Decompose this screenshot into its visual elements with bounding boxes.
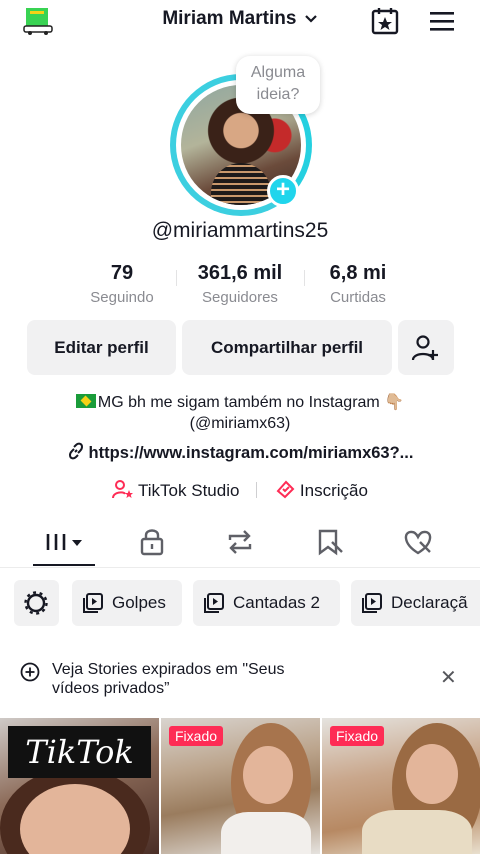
video-thumbnail[interactable]: TikTok bbox=[0, 718, 159, 854]
divider bbox=[304, 270, 305, 286]
tab-saved-icon[interactable] bbox=[310, 528, 350, 556]
playlist-chip[interactable]: Declaraçã bbox=[351, 580, 480, 626]
gear-icon bbox=[24, 591, 48, 615]
calendar-star-icon[interactable] bbox=[370, 7, 400, 35]
add-user-icon bbox=[411, 334, 438, 360]
add-circle-icon bbox=[20, 662, 40, 682]
close-icon[interactable]: ✕ bbox=[440, 665, 457, 690]
link-icon bbox=[68, 442, 83, 460]
tab-liked-icon[interactable] bbox=[398, 528, 438, 556]
pinned-badge: Fixado bbox=[330, 726, 385, 746]
account-switcher[interactable]: Miriam Martins bbox=[0, 8, 480, 30]
tiktok-watermark: TikTok bbox=[8, 726, 151, 778]
edit-profile-button[interactable]: Editar perfil bbox=[27, 320, 176, 375]
video-grid: TikTok Fixado Fixado bbox=[0, 718, 480, 854]
playlist-chip[interactable]: Golpes bbox=[72, 580, 182, 626]
video-thumbnail[interactable]: Fixado bbox=[322, 718, 480, 854]
stat-followers[interactable]: 361,6 mil Seguidores bbox=[180, 262, 300, 306]
tab-videos[interactable] bbox=[44, 528, 84, 556]
subscription-icon bbox=[276, 480, 295, 499]
share-profile-button[interactable]: Compartilhar perfil bbox=[182, 320, 392, 375]
top-bar: Miriam Martins bbox=[0, 0, 480, 44]
video-thumbnail[interactable]: Fixado bbox=[161, 718, 320, 854]
add-friends-button[interactable] bbox=[398, 320, 454, 375]
active-tab-indicator bbox=[33, 564, 95, 566]
profile-tabs bbox=[0, 520, 480, 568]
brazil-flag-icon bbox=[75, 394, 96, 408]
stats-row: 79 Seguindo 361,6 mil Seguidores 6,8 mi … bbox=[0, 262, 480, 312]
playlist-chips: Golpes Cantadas 2 Declaraçã bbox=[0, 580, 480, 628]
note-bubble[interactable]: Alguma ideia? bbox=[236, 56, 320, 114]
username: @miriammartins25 bbox=[151, 219, 329, 242]
playlist-icon bbox=[83, 593, 103, 613]
tab-private-lock-icon[interactable] bbox=[132, 528, 172, 556]
playlist-icon bbox=[204, 593, 224, 613]
bio-link[interactable]: https://www.instagram.com/miriamx63?... bbox=[0, 442, 480, 463]
tiktok-studio-link[interactable]: TikTok Studio bbox=[112, 480, 244, 500]
add-story-button[interactable]: + bbox=[267, 175, 299, 207]
divider bbox=[176, 270, 177, 286]
creator-links: TikTok Studio Inscrição bbox=[0, 479, 480, 501]
playlist-chip[interactable]: Cantadas 2 bbox=[193, 580, 340, 626]
person-star-icon bbox=[112, 480, 134, 499]
bio: MG bh me sigam também no Instagram 👇🏼 (@… bbox=[0, 392, 480, 434]
stories-banner[interactable]: Veja Stories expirados em "Seus vídeos p… bbox=[0, 642, 480, 714]
tab-reposts-icon[interactable] bbox=[220, 528, 260, 556]
account-name: Miriam Martins bbox=[162, 8, 297, 29]
playlist-settings-button[interactable] bbox=[14, 580, 59, 626]
stat-likes[interactable]: 6,8 mi Curtidas bbox=[308, 262, 408, 306]
chevron-down-icon bbox=[304, 15, 317, 23]
subscription-link[interactable]: Inscrição bbox=[274, 480, 368, 500]
menu-icon[interactable] bbox=[428, 10, 456, 32]
stat-following[interactable]: 79 Seguindo bbox=[72, 262, 172, 306]
pinned-badge: Fixado bbox=[169, 726, 224, 746]
playlist-icon bbox=[362, 593, 382, 613]
